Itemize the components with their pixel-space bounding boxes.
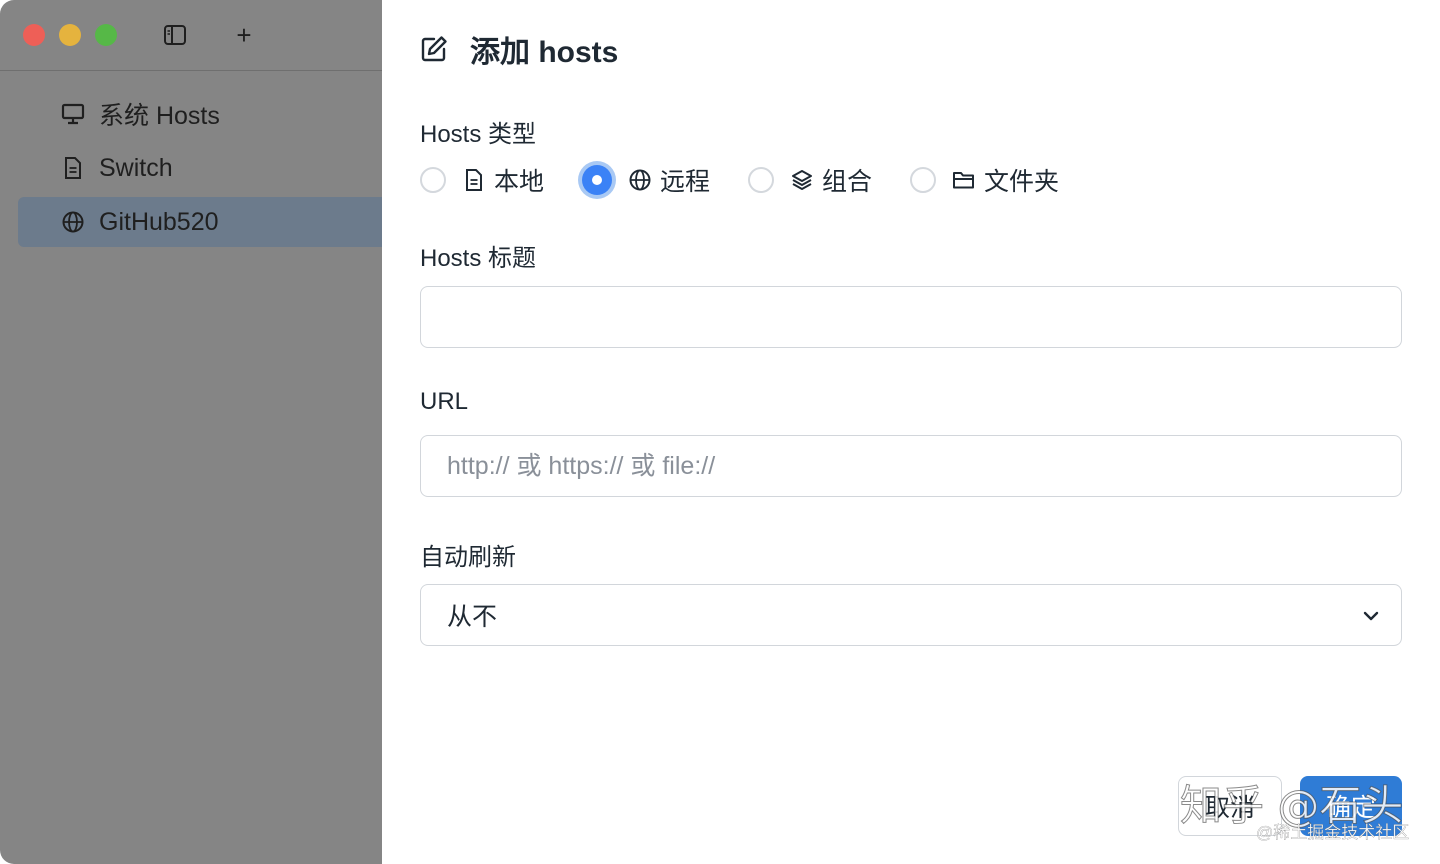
type-option-group[interactable]: 组合: [748, 162, 872, 198]
chevron-down-icon: [1361, 604, 1381, 624]
add-hosts-dialog: 添加 hosts Hosts 类型 本地 远程 组合 文件夹 Hosts 标题 …: [382, 0, 1440, 864]
cancel-button[interactable]: 取消: [1178, 776, 1282, 836]
auto-refresh-select[interactable]: 从不: [420, 584, 1402, 646]
folder-icon: [952, 168, 976, 192]
dialog-title: 添加 hosts: [420, 28, 618, 70]
sidebar-toggle-icon[interactable]: [160, 20, 190, 50]
sidebar-item-github520[interactable]: GitHub520: [18, 197, 382, 247]
url-input[interactable]: [420, 435, 1402, 497]
sidebar: + 系统 Hosts Switch GitHub520: [0, 0, 382, 864]
sidebar-item-switch[interactable]: Switch: [18, 143, 382, 193]
globe-icon: [628, 168, 652, 192]
radio-group[interactable]: [748, 167, 775, 193]
sidebar-item-label: 系统 Hosts: [99, 102, 220, 130]
sidebar-item-system-hosts[interactable]: 系统 Hosts: [18, 89, 382, 139]
app-window: + 系统 Hosts Switch GitHub520 添加 hosts Hos…: [0, 0, 1440, 864]
auto-refresh-value: 从不: [447, 603, 498, 631]
type-option-label: 文件夹: [984, 168, 1060, 196]
document-icon: [61, 156, 85, 180]
type-option-local[interactable]: 本地: [420, 162, 544, 198]
url-label: URL: [420, 388, 469, 415]
type-option-label: 远程: [660, 168, 711, 196]
radio-local[interactable]: [420, 167, 446, 193]
type-option-folder[interactable]: 文件夹: [910, 162, 1059, 198]
globe-icon: [61, 210, 85, 234]
radio-remote[interactable]: [582, 165, 613, 195]
sidebar-nav: 系统 Hosts Switch GitHub520: [0, 71, 382, 247]
hosts-title-label: Hosts 标题: [420, 245, 537, 272]
monitor-icon: [61, 102, 85, 126]
sidebar-item-label: GitHub520: [99, 207, 219, 236]
titlebar: +: [0, 0, 382, 71]
document-icon: [462, 168, 486, 192]
zoom-window-button[interactable]: [95, 24, 117, 46]
type-option-label: 本地: [494, 168, 545, 196]
layers-icon: [790, 168, 814, 192]
hosts-type-radio-group: 本地 远程 组合 文件夹: [420, 160, 1097, 200]
radio-folder[interactable]: [910, 167, 937, 193]
hosts-title-input[interactable]: [420, 286, 1402, 348]
hosts-type-label: Hosts 类型: [420, 121, 537, 148]
sidebar-item-label: Switch: [99, 153, 173, 182]
type-option-label: 组合: [822, 168, 873, 196]
edit-icon: [420, 34, 450, 64]
add-hosts-button[interactable]: +: [229, 20, 259, 50]
auto-refresh-label: 自动刷新: [420, 544, 516, 571]
minimize-window-button[interactable]: [59, 24, 81, 46]
close-window-button[interactable]: [23, 24, 45, 46]
type-option-remote[interactable]: 远程: [582, 162, 710, 198]
dialog-title-text: 添加 hosts: [470, 36, 619, 69]
confirm-button[interactable]: 确定: [1300, 776, 1402, 836]
